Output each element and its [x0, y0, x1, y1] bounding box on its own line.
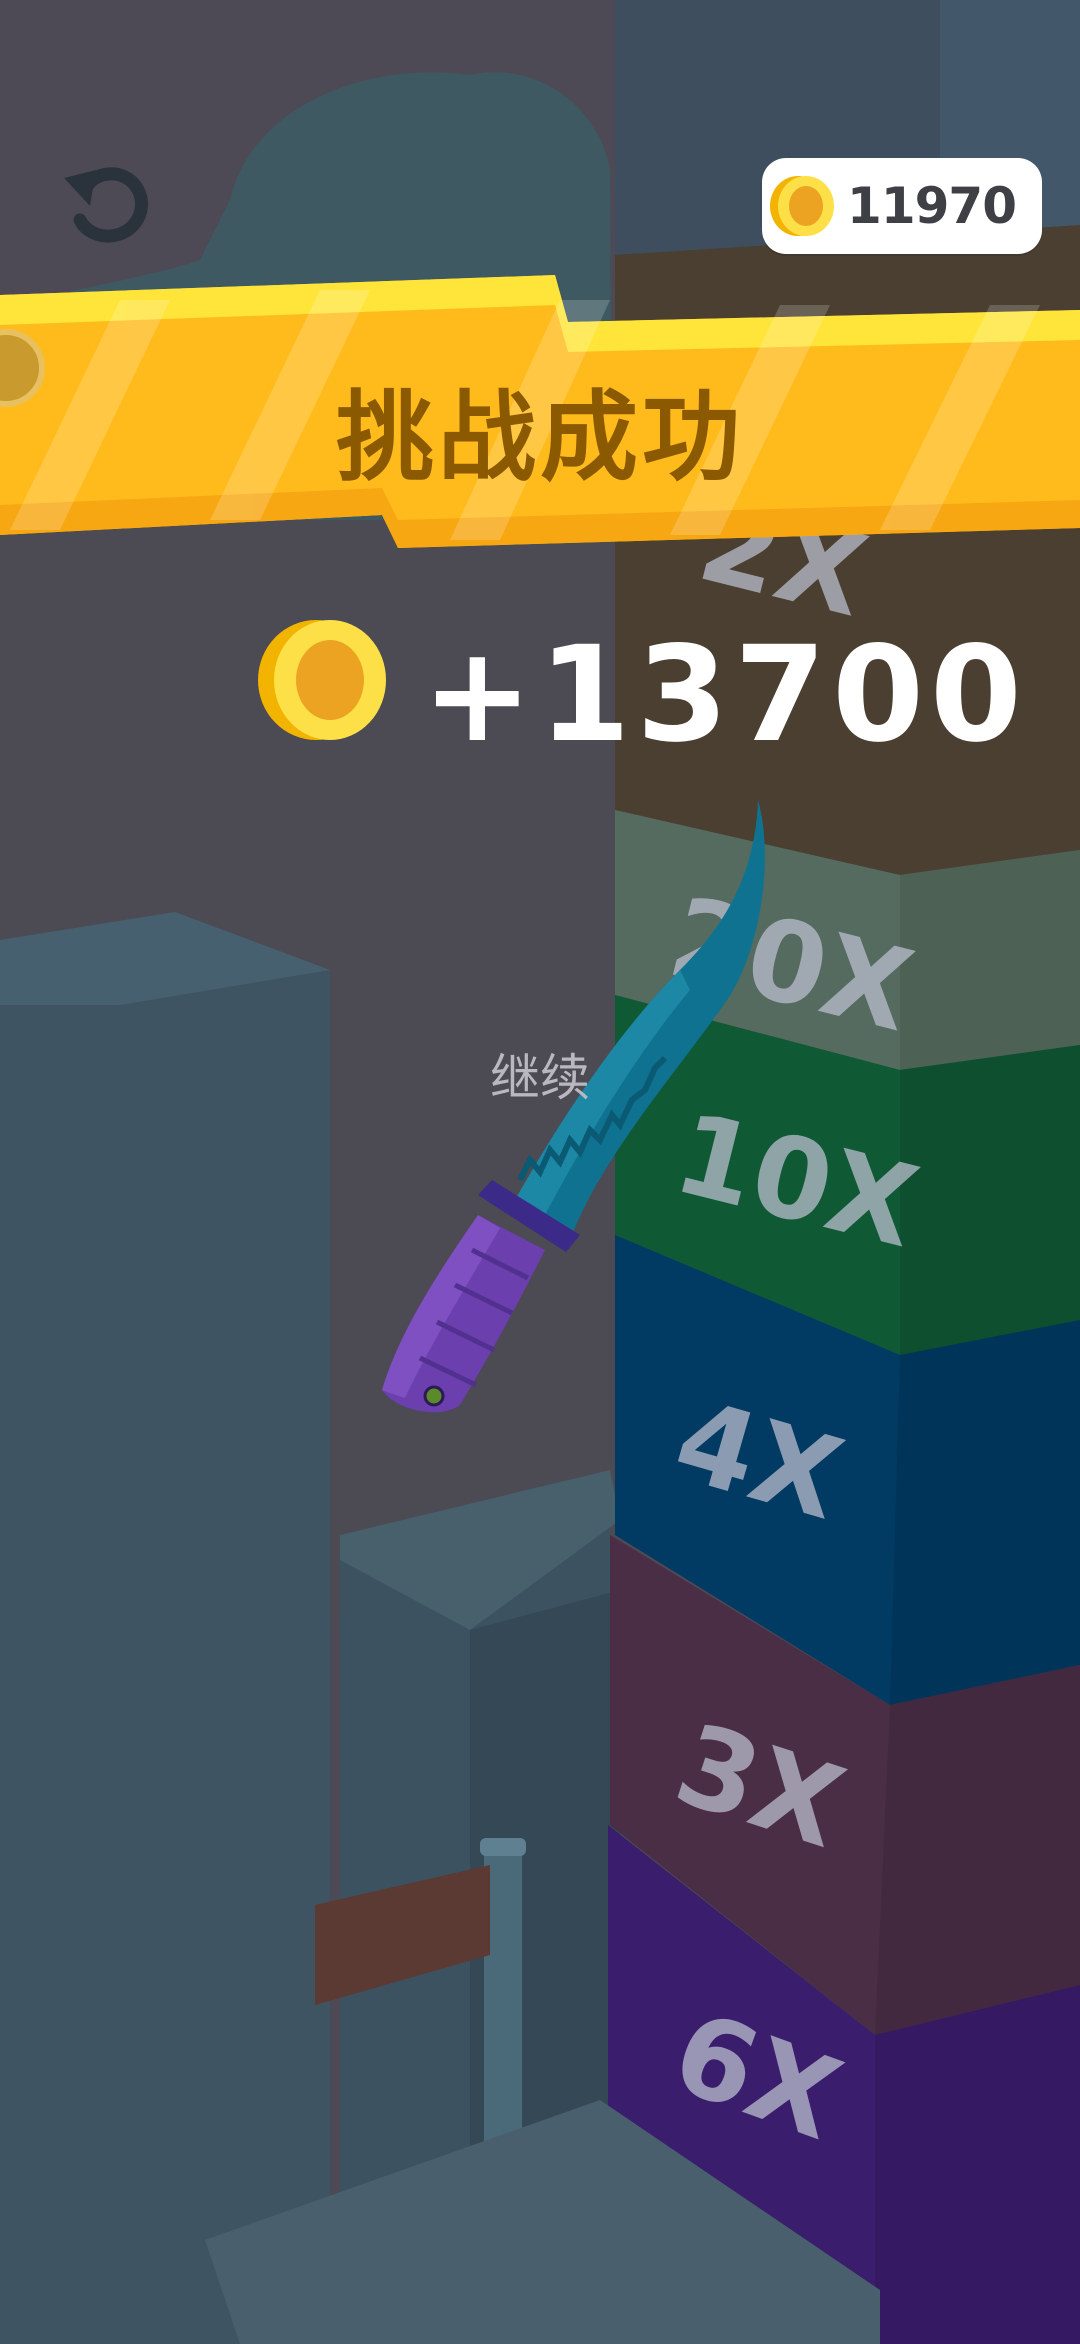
coin-counter: 11970 — [762, 158, 1042, 254]
continue-button[interactable]: 继续 — [470, 1038, 610, 1110]
reward-coin-icon — [258, 620, 386, 740]
game-scene: 2X 20X 10X 4X 3X 6X — [0, 0, 1080, 2344]
reward-amount: +13700 — [422, 618, 1028, 772]
coin-balance: 11970 — [847, 177, 1017, 235]
left-pillar — [0, 912, 330, 2344]
restart-button[interactable] — [50, 150, 160, 250]
coin-icon — [770, 176, 834, 236]
restart-icon — [64, 167, 148, 243]
banner-title: 挑战成功 — [335, 381, 744, 495]
